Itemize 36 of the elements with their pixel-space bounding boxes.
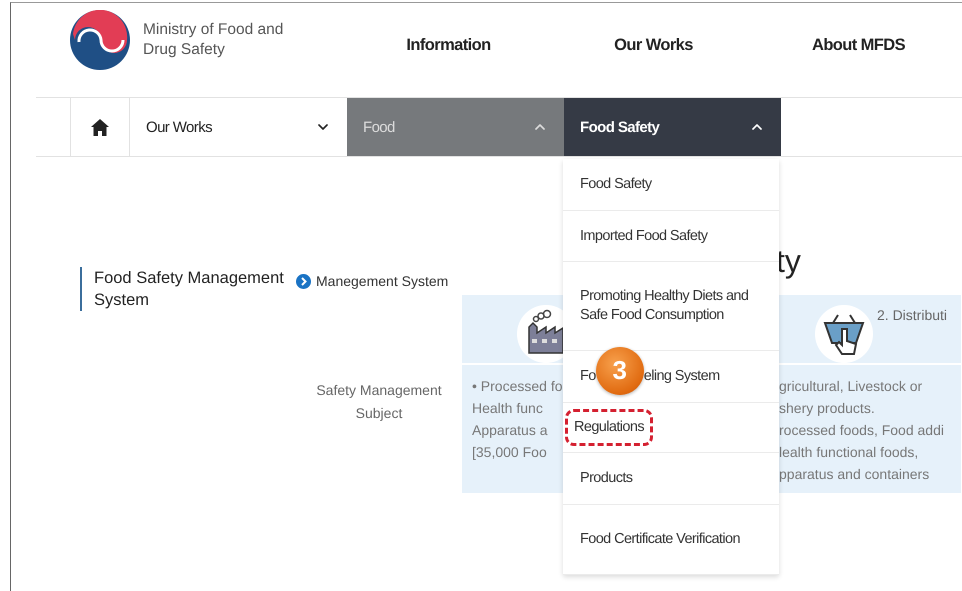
chevron-circle-icon xyxy=(296,274,311,288)
menu-item[interactable]: Food Safety xyxy=(563,159,779,211)
cell-text-line: lealth functional foods, xyxy=(779,443,918,462)
step-badge: 3 xyxy=(596,346,644,394)
section-subtitle: Manegement System xyxy=(316,273,448,289)
cell-text-line: pparatus and containers xyxy=(779,465,930,484)
cell-text-line: shery products. xyxy=(779,399,875,418)
cell-text-line: • Processed fo xyxy=(472,377,563,396)
menu-item-text: Fo xyxy=(580,367,596,386)
logo-icon xyxy=(70,10,130,70)
menu-item-text: Food Safety xyxy=(580,175,652,194)
home-icon xyxy=(91,118,109,136)
cell-text-line: gricultural, Livestock or xyxy=(779,377,922,396)
menu-item-text: Promoting Healthy Diets and Safe Food Consumption xyxy=(580,287,749,325)
menu-item[interactable]: Imported Food Safety xyxy=(563,211,779,262)
nav-link[interactable]: Our Works xyxy=(551,36,756,54)
menu-item-text: Food Certificate Verification xyxy=(580,530,740,549)
menu-item-text: Imported Food Safety xyxy=(580,226,708,246)
home-button[interactable] xyxy=(70,98,130,156)
row-label: Safety Management Subject xyxy=(315,381,443,423)
column-heading: 2. Distributi xyxy=(877,307,948,323)
cell-text-line: [35,000 Foo xyxy=(472,443,547,462)
menu-item[interactable]: Products xyxy=(563,453,779,505)
menu-item-text: Products xyxy=(580,469,632,488)
menu-item[interactable]: Regulations xyxy=(563,403,779,453)
nav-link[interactable]: Information xyxy=(346,36,551,54)
nav-link[interactable]: About MFDS xyxy=(756,36,961,54)
ministry-name: Ministry of Food and Drug Safety xyxy=(143,20,284,60)
cell-text-line: Apparatus a xyxy=(472,421,548,440)
cell-text-line: Health func xyxy=(472,399,543,418)
cell-text-line: rocessed foods, Food addi xyxy=(779,421,944,440)
menu-item-text: eling System xyxy=(644,367,720,386)
menu-item-text: Regulations xyxy=(568,412,650,443)
menu-item[interactable]: Fo 3 eling System xyxy=(563,351,779,403)
breadcrumb-dropdown[interactable]: Food Safety xyxy=(564,98,781,156)
menu-item[interactable]: Food Certificate Verification xyxy=(563,505,779,575)
